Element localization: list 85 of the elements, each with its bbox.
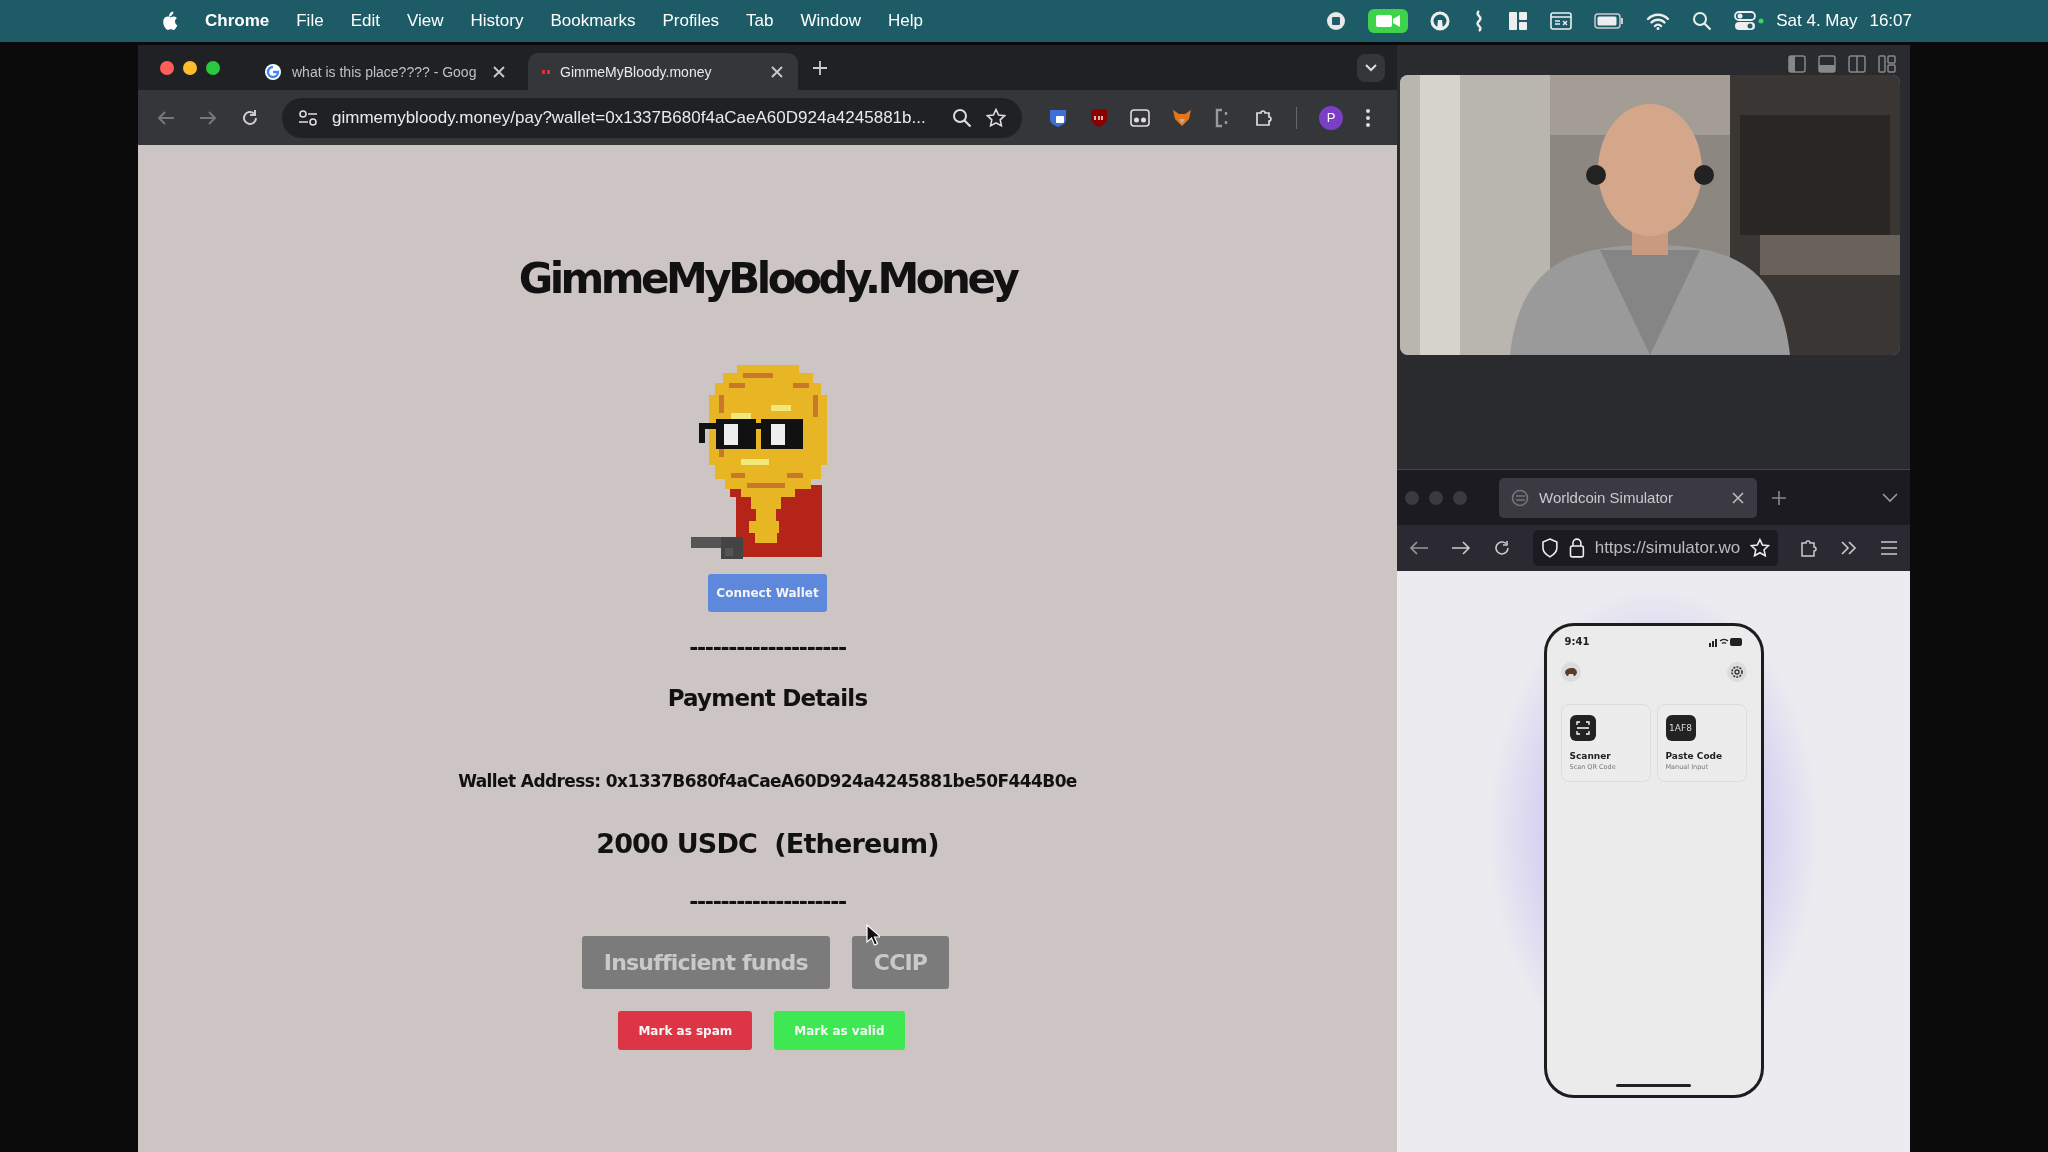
google-icon bbox=[264, 62, 282, 81]
tab-title: GimmeMyBloody.money bbox=[560, 63, 713, 80]
close-icon[interactable] bbox=[492, 64, 506, 79]
settings-icon[interactable] bbox=[1726, 662, 1747, 682]
profile-avatar[interactable]: P bbox=[1319, 105, 1343, 130]
sidebar-left-icon[interactable] bbox=[1788, 55, 1806, 73]
close-window-button[interactable] bbox=[160, 60, 174, 75]
lock-icon[interactable] bbox=[1568, 538, 1585, 558]
browser-tab[interactable]: Worldcoin Simulator bbox=[1499, 477, 1757, 518]
mark-spam-button[interactable]: Mark as spam bbox=[618, 1011, 753, 1050]
zoom-window-button[interactable] bbox=[206, 60, 220, 75]
fox-icon[interactable] bbox=[1172, 108, 1192, 127]
app-menu[interactable]: Chrome bbox=[205, 11, 270, 31]
reload-icon[interactable] bbox=[240, 107, 260, 128]
chevron-down-icon bbox=[1364, 62, 1378, 73]
menu-bar-clock[interactable]: 16:07 bbox=[1869, 11, 1912, 31]
keyhole-icon[interactable] bbox=[1430, 11, 1451, 31]
dashed-separator: -------------------- bbox=[689, 888, 846, 916]
close-icon[interactable] bbox=[1731, 490, 1745, 505]
panel-bottom-icon[interactable] bbox=[1818, 55, 1836, 73]
puzzle-icon[interactable] bbox=[1800, 538, 1818, 558]
reload-icon[interactable] bbox=[1493, 539, 1511, 557]
status-icons bbox=[1708, 636, 1743, 647]
tile-title: Scanner bbox=[1569, 751, 1611, 761]
cursor-icon bbox=[866, 924, 880, 946]
glasses-icon[interactable] bbox=[1130, 108, 1150, 127]
puzzle-icon[interactable] bbox=[1254, 107, 1274, 128]
grid-layout-icon[interactable] bbox=[1878, 55, 1896, 73]
video-camera-icon bbox=[1375, 13, 1402, 29]
tab-title: what is this place???? - Goog bbox=[292, 63, 478, 80]
menu-item[interactable]: View bbox=[406, 11, 444, 31]
menu-item[interactable]: Help bbox=[888, 11, 923, 31]
layout-icon[interactable] bbox=[1508, 11, 1529, 31]
wallet-address: Wallet Address: 0x1337B680f4aCaeA60D924a4245881be50F444B0e bbox=[458, 770, 1077, 793]
chevron-down-icon[interactable] bbox=[1882, 492, 1898, 503]
bookmark-star-icon[interactable] bbox=[1750, 538, 1770, 558]
menu-item[interactable]: Bookmarks bbox=[550, 11, 636, 31]
tab-title: Worldcoin Simulator bbox=[1539, 489, 1674, 506]
back-icon[interactable] bbox=[1409, 539, 1429, 557]
wifi-icon[interactable] bbox=[1646, 12, 1671, 30]
globe-icon bbox=[1511, 488, 1529, 507]
window-icon[interactable] bbox=[1550, 12, 1573, 30]
tile-title: Paste Code bbox=[1665, 751, 1723, 761]
scanner-icon bbox=[1569, 715, 1596, 741]
shield-icon[interactable] bbox=[1541, 538, 1559, 558]
url-text: https://simulator.wo bbox=[1594, 538, 1741, 558]
payment-details-heading: Payment Details bbox=[667, 684, 868, 713]
new-tab-icon[interactable] bbox=[812, 59, 828, 76]
menu-item[interactable]: File bbox=[296, 11, 324, 31]
menu-item[interactable]: Profiles bbox=[662, 11, 720, 31]
video-call-button[interactable] bbox=[1368, 9, 1409, 33]
browser-tab[interactable]: what is this place???? - Goog bbox=[250, 53, 520, 90]
address-bar[interactable]: https://simulator.wo bbox=[1533, 530, 1778, 566]
url-text: gimmemybloody.money/pay?wallet=0x1337B680f4aCaeA60D924a4245881b... bbox=[332, 107, 927, 128]
bookmark-star-icon[interactable] bbox=[986, 107, 1006, 128]
favicon-icon bbox=[542, 69, 550, 74]
apple-icon[interactable] bbox=[160, 11, 178, 31]
forward-icon[interactable] bbox=[1451, 539, 1471, 557]
tab-search-button[interactable] bbox=[1357, 53, 1385, 82]
phone-time: 9:41 bbox=[1564, 636, 1590, 647]
overflow-icon[interactable] bbox=[1840, 540, 1858, 556]
battery-icon[interactable] bbox=[1594, 13, 1625, 29]
dashed-separator: -------------------- bbox=[689, 634, 846, 662]
menu-icon[interactable] bbox=[1880, 540, 1898, 556]
split-view-icon[interactable] bbox=[1848, 55, 1866, 73]
payment-amount: 2000 USDC (Ethereum) bbox=[596, 827, 939, 861]
menu-item[interactable]: Edit bbox=[350, 11, 380, 31]
menu-item[interactable]: History bbox=[470, 11, 524, 31]
search-icon[interactable] bbox=[1692, 11, 1713, 31]
more-menu-icon[interactable] bbox=[1365, 107, 1371, 128]
browser-tab[interactable]: GimmeMyBloody.money bbox=[528, 53, 798, 90]
menu-bar-date[interactable]: Sat 4. May bbox=[1776, 11, 1858, 31]
minimize-window-button[interactable] bbox=[183, 60, 197, 75]
code-icon: 1AF8 bbox=[1665, 715, 1696, 741]
zoom-icon[interactable] bbox=[952, 107, 972, 128]
site-title: GimmeMyBloody.Money bbox=[518, 253, 1017, 305]
menu-item[interactable]: Tab bbox=[746, 11, 774, 31]
menu-item[interactable]: Window bbox=[800, 11, 861, 31]
address-bar[interactable]: gimmemybloody.money/pay?wallet=0x1337B680f4aCaeA60D924a4245881b... bbox=[282, 97, 1022, 138]
close-icon[interactable] bbox=[770, 64, 784, 79]
site-settings-icon[interactable] bbox=[298, 108, 318, 127]
control-center-icon[interactable] bbox=[1734, 11, 1765, 31]
stop-record-icon[interactable] bbox=[1326, 11, 1347, 31]
ublock-icon[interactable] bbox=[1090, 107, 1108, 128]
shield-lock-icon[interactable] bbox=[1048, 107, 1068, 128]
